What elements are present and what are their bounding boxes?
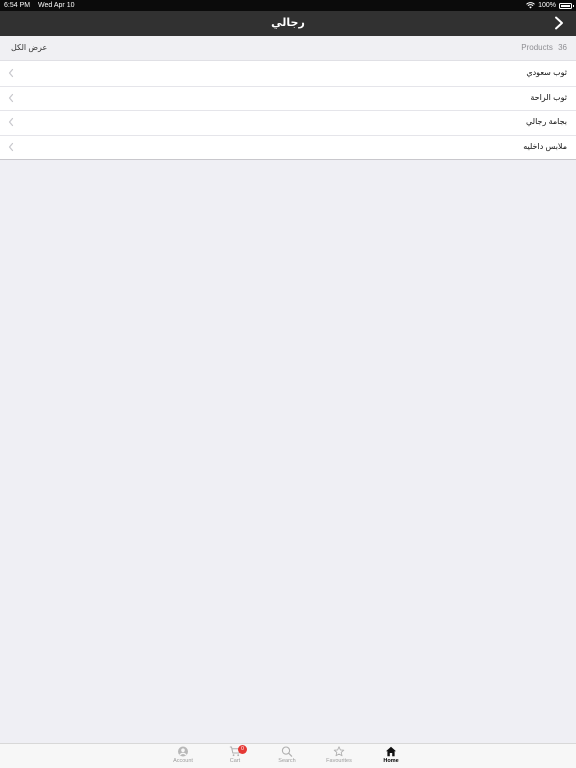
category-label: ملابس داخليه [523, 141, 567, 151]
category-list: ثوب سعودي ثوب الراحة بجامة رجالي ملابس د… [0, 61, 576, 160]
battery-percentage: 100% [538, 2, 556, 9]
status-right: 100% [526, 0, 574, 11]
status-left: 6:54 PM Wed Apr 10 [4, 0, 74, 11]
tab-bar: Account 0 Cart Search Favourites Home [0, 743, 576, 768]
chevron-left-icon [8, 93, 14, 102]
page-title: رجالي [271, 17, 305, 29]
tab-label: Cart [229, 758, 241, 764]
category-item[interactable]: ثوب سعودي [0, 61, 576, 86]
category-label: بجامة رجالي [526, 117, 567, 126]
tab-label: Home [383, 758, 399, 764]
tab-account[interactable]: Account [163, 746, 203, 768]
tab-search[interactable]: Search [267, 746, 307, 768]
category-item[interactable]: ملابس داخليه [0, 134, 576, 159]
category-item[interactable]: ثوب الراحة [0, 85, 576, 110]
tab-cart[interactable]: 0 Cart [215, 745, 255, 768]
category-label: ثوب الراحة [530, 92, 567, 102]
tab-favourites[interactable]: Favourites [319, 746, 359, 768]
category-label: ثوب سعودي [526, 68, 567, 77]
category-item[interactable]: بجامة رجالي [0, 110, 576, 135]
account-icon [178, 746, 188, 757]
nav-bar: رجالي [0, 11, 576, 36]
cart-badge: 0 [238, 745, 247, 754]
chevron-left-icon [8, 68, 14, 78]
chevron-right-icon [555, 16, 563, 30]
view-all-link[interactable]: عرض الكل [11, 36, 47, 60]
chevron-left-icon [8, 117, 14, 127]
tab-label: Favourites [326, 758, 352, 764]
products-label: Products [521, 43, 553, 52]
products-count: Products 36 [521, 36, 567, 60]
battery-icon [559, 2, 574, 9]
status-time: 6:54 PM [4, 2, 31, 9]
search-icon [281, 746, 293, 757]
tab-label: Account [173, 758, 193, 764]
status-date: Wed Apr 10 [38, 2, 75, 9]
status-bar: 6:54 PM Wed Apr 10 100% [0, 0, 576, 11]
home-icon [386, 746, 396, 757]
chevron-left-icon [8, 142, 14, 151]
star-icon [333, 746, 345, 757]
wifi-icon [526, 2, 535, 9]
products-header: عرض الكل Products 36 [0, 36, 576, 61]
tab-label: Search [278, 758, 296, 764]
tab-home[interactable]: Home [371, 746, 411, 768]
products-number: 36 [558, 43, 567, 52]
back-button[interactable] [550, 14, 568, 32]
